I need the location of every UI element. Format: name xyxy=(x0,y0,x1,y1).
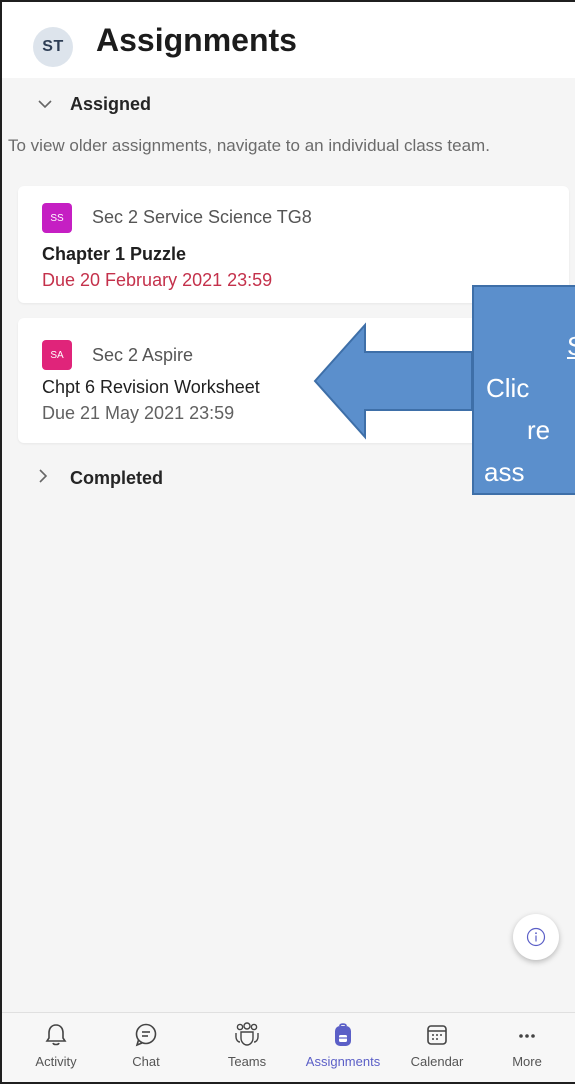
nav-assignments[interactable]: Assignments xyxy=(298,1021,388,1069)
chevron-down-icon xyxy=(38,96,58,114)
bell-icon xyxy=(45,1024,67,1046)
nav-label: Teams xyxy=(227,1054,267,1069)
info-icon xyxy=(526,927,546,947)
class-badge: SS xyxy=(42,203,72,233)
nav-calendar[interactable]: Calendar xyxy=(392,1021,482,1069)
nav-label: Calendar xyxy=(410,1054,464,1069)
completed-section-label: Completed xyxy=(70,468,164,488)
nav-chat[interactable]: Chat xyxy=(101,1021,191,1069)
assignment-title: Chpt 6 Revision Worksheet xyxy=(42,377,260,397)
assignment-due: Due 21 May 2021 23:59 xyxy=(42,403,235,423)
page-title: Assignments xyxy=(96,22,297,58)
teams-icon xyxy=(235,1022,259,1046)
calendar-icon xyxy=(427,1025,447,1045)
nav-label: Assignments xyxy=(305,1054,381,1069)
assignment-title: Chapter 1 Puzzle xyxy=(42,244,187,264)
header: ST Assignments xyxy=(2,2,575,78)
class-name: Sec 2 Service Science TG8 xyxy=(92,207,312,227)
callout-line-1: S xyxy=(567,331,575,362)
completed-section-toggle[interactable]: Completed xyxy=(38,468,163,489)
info-button[interactable] xyxy=(513,914,559,960)
nav-teams[interactable]: Teams xyxy=(202,1021,292,1069)
annotation-callout: S Clic re ass xyxy=(472,285,575,495)
left-arrow-icon xyxy=(313,322,473,440)
callout-line-4: ass xyxy=(484,457,525,487)
assignment-due: Due 20 February 2021 23:59 xyxy=(42,270,273,290)
bottom-nav: Activity Chat Teams Assignments Calendar… xyxy=(2,1012,575,1082)
chat-icon xyxy=(135,1023,157,1047)
avatar[interactable]: ST xyxy=(33,27,73,67)
app-frame: ST Assignments Assigned To view older as… xyxy=(0,0,575,1084)
callout-line-2: Clic xyxy=(486,373,530,403)
older-assignments-hint: To view older assignments, navigate to a… xyxy=(8,136,490,155)
nav-label: Chat xyxy=(132,1054,160,1069)
callout-line-3: re xyxy=(527,415,551,445)
backpack-icon xyxy=(335,1023,351,1046)
nav-more[interactable]: More xyxy=(482,1021,572,1069)
assigned-section-label: Assigned xyxy=(70,94,152,114)
nav-label: More xyxy=(512,1054,542,1069)
nav-label: Activity xyxy=(35,1054,77,1069)
nav-activity[interactable]: Activity xyxy=(11,1021,101,1069)
class-badge: SA xyxy=(42,340,72,370)
assigned-section-toggle[interactable]: Assigned xyxy=(38,94,151,115)
class-name: Sec 2 Aspire xyxy=(92,345,194,365)
more-icon xyxy=(519,1034,535,1038)
chevron-right-icon xyxy=(38,469,58,488)
